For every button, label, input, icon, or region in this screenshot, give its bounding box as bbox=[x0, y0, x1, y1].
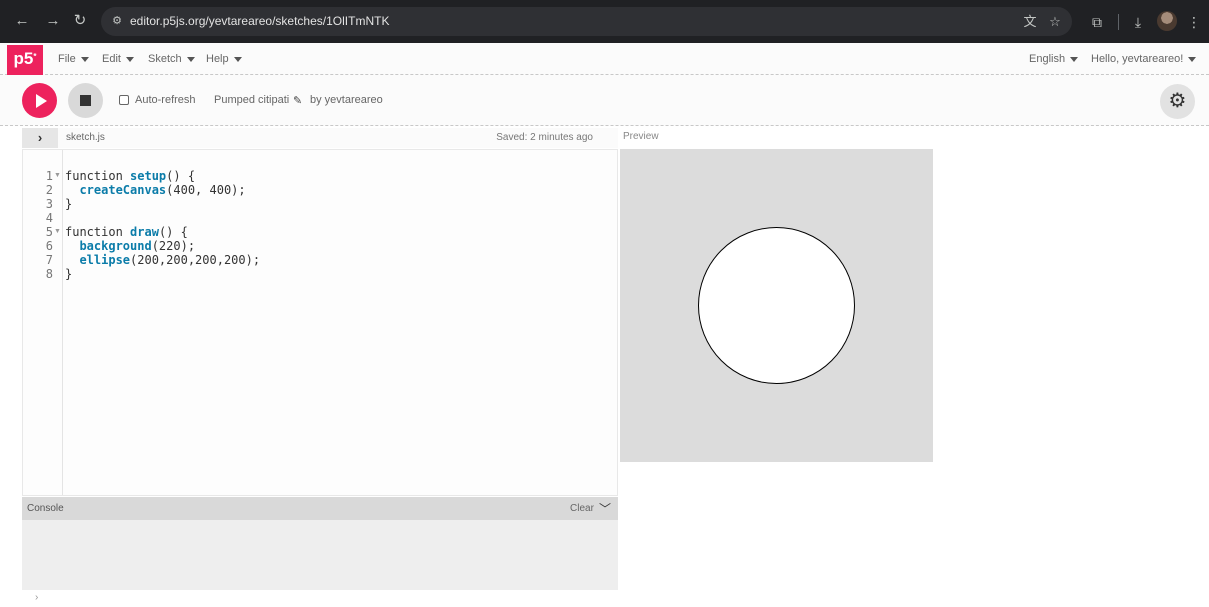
auto-refresh-checkbox[interactable] bbox=[119, 95, 129, 105]
caret-down-icon bbox=[186, 56, 195, 62]
settings-gear-icon[interactable]: ⚙ bbox=[1160, 84, 1195, 119]
caret-down-icon bbox=[80, 56, 89, 62]
code-line[interactable]: } bbox=[65, 197, 72, 211]
console-header: Console Clear ﹀ bbox=[22, 497, 618, 520]
console-output bbox=[22, 520, 618, 590]
chevron-down-icon[interactable]: ﹀ bbox=[599, 500, 611, 517]
code-line[interactable]: function draw() { bbox=[65, 225, 188, 239]
saved-status: Saved: 2 minutes ago bbox=[496, 132, 593, 143]
caret-down-icon bbox=[125, 56, 134, 62]
address-url[interactable]: editor.p5js.org/yevtareareo/sketches/1Ol… bbox=[130, 14, 389, 28]
toolbar-divider bbox=[1118, 14, 1119, 30]
profile-avatar[interactable] bbox=[1157, 11, 1177, 31]
console-input[interactable]: › bbox=[22, 590, 618, 607]
line-number: 8 bbox=[45, 267, 53, 281]
code-editor[interactable]: 1 ▼ 2 3 4 5 ▼ 6 7 8 function setup() { c… bbox=[22, 149, 618, 496]
p5-logo-text: p5 bbox=[13, 49, 34, 68]
caret-down-icon bbox=[1188, 56, 1197, 62]
menu-bar: p5* File Edit Sketch Help English Hello,… bbox=[0, 43, 1209, 75]
preview-ellipse bbox=[698, 227, 855, 384]
code-line[interactable]: function setup() { bbox=[65, 169, 195, 183]
menu-sketch[interactable]: Sketch bbox=[148, 53, 195, 65]
user-menu[interactable]: Hello, yevtareareo! bbox=[1091, 53, 1197, 65]
translate-icon[interactable]: 文 bbox=[1022, 14, 1038, 30]
more-options-icon[interactable]: ⋮ bbox=[1185, 13, 1203, 31]
console-prompt-chevron-icon: › bbox=[35, 592, 39, 603]
console-clear-button[interactable]: Clear bbox=[570, 503, 594, 514]
auto-refresh-label[interactable]: Auto-refresh bbox=[135, 94, 196, 106]
line-number: 2 bbox=[45, 183, 53, 197]
fold-arrow-icon[interactable]: ▼ bbox=[54, 172, 61, 179]
line-number-gutter: 1 ▼ 2 3 4 5 ▼ 6 7 8 bbox=[23, 150, 63, 495]
menu-file[interactable]: File bbox=[58, 53, 89, 65]
line-number: 3 bbox=[45, 197, 53, 211]
site-settings-icon[interactable]: ⚙ bbox=[110, 14, 124, 28]
preview-canvas[interactable] bbox=[620, 149, 933, 462]
menu-file-label: File bbox=[58, 53, 76, 65]
menu-sketch-label: Sketch bbox=[148, 53, 182, 65]
extensions-icon[interactable]: ⧉ bbox=[1088, 13, 1106, 31]
line-number: 5 bbox=[45, 225, 53, 239]
reload-icon[interactable]: ↻ bbox=[71, 12, 89, 30]
sketch-author: by yevtareareo bbox=[310, 94, 383, 106]
browser-toolbar: ← → ↻ ⚙ editor.p5js.org/yevtareareo/sket… bbox=[0, 0, 1209, 43]
menu-edit[interactable]: Edit bbox=[102, 53, 134, 65]
line-number: 1 bbox=[45, 169, 53, 183]
stop-icon bbox=[80, 95, 91, 106]
language-label: English bbox=[1029, 53, 1066, 65]
sketch-toolbar: Auto-refresh Pumped citipati ✎ by yevtar… bbox=[0, 75, 1209, 126]
back-arrow-icon[interactable]: ← bbox=[13, 12, 31, 30]
fold-arrow-icon[interactable]: ▼ bbox=[54, 228, 61, 235]
bookmark-star-icon[interactable]: ☆ bbox=[1047, 14, 1063, 30]
user-greeting: Hello, yevtareareo! bbox=[1091, 53, 1184, 65]
download-icon[interactable]: ⤓ bbox=[1129, 13, 1147, 31]
code-line[interactable]: ellipse(200,200,200,200); bbox=[65, 253, 260, 267]
line-number: 7 bbox=[45, 253, 53, 267]
code-line[interactable]: createCanvas(400, 400); bbox=[65, 183, 245, 197]
caret-down-icon bbox=[233, 56, 242, 62]
line-number: 4 bbox=[45, 211, 53, 225]
line-number: 6 bbox=[45, 239, 53, 253]
console-title: Console bbox=[27, 503, 64, 514]
menu-edit-label: Edit bbox=[102, 53, 121, 65]
p5-logo[interactable]: p5* bbox=[7, 45, 43, 75]
code-line[interactable]: } bbox=[65, 267, 72, 281]
editor-header: › sketch.js Saved: 2 minutes ago bbox=[22, 128, 618, 148]
menu-help-label: Help bbox=[206, 53, 229, 65]
caret-down-icon bbox=[1070, 56, 1079, 62]
stop-button[interactable] bbox=[68, 83, 103, 118]
code-line[interactable]: background(220); bbox=[65, 239, 195, 253]
expand-sidebar-chevron-icon[interactable]: › bbox=[22, 128, 58, 148]
play-icon bbox=[36, 94, 47, 108]
pencil-icon[interactable]: ✎ bbox=[293, 94, 302, 107]
address-bar[interactable]: ⚙ editor.p5js.org/yevtareareo/sketches/1… bbox=[101, 7, 1072, 36]
menu-help[interactable]: Help bbox=[206, 53, 242, 65]
play-button[interactable] bbox=[22, 83, 57, 118]
language-select[interactable]: English bbox=[1029, 53, 1079, 65]
sketch-name[interactable]: Pumped citipati bbox=[214, 94, 289, 106]
forward-arrow-icon[interactable]: → bbox=[44, 12, 62, 30]
file-name: sketch.js bbox=[66, 132, 105, 143]
preview-label: Preview bbox=[623, 131, 659, 142]
